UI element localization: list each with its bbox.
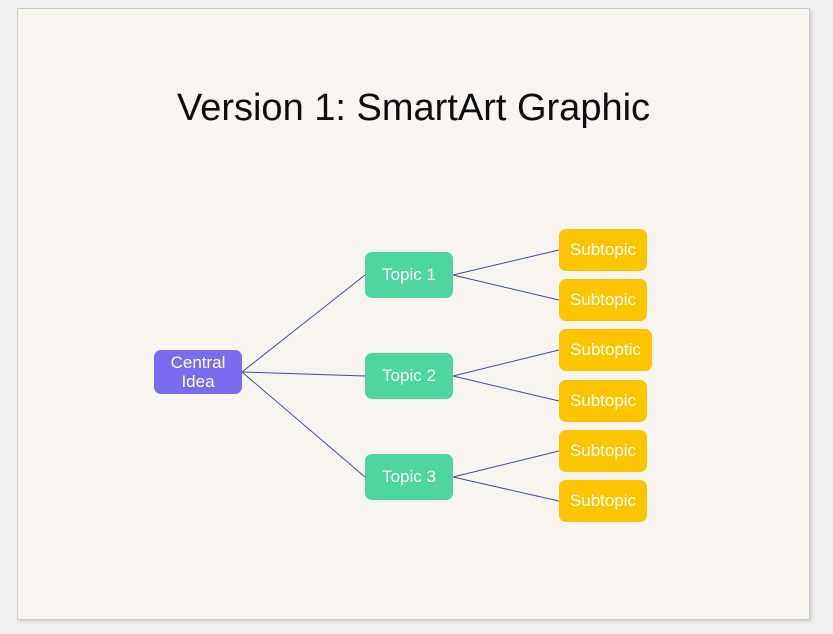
node-subtopic-3-1-label: Subtopic [569, 441, 637, 461]
node-central-idea[interactable]: Central Idea [154, 350, 242, 394]
connector-layer [241, 249, 560, 502]
node-topic-1-label: Topic 1 [382, 265, 436, 285]
node-subtopic-3-2[interactable]: Subtopic [559, 480, 647, 522]
connector-topic-3-to-subtopic-2 [452, 476, 560, 502]
connector-central-to-topic-3 [241, 371, 366, 478]
connector-central-to-topic-2 [241, 371, 366, 377]
node-central-idea-label: Central Idea [170, 352, 226, 391]
slide-card: Version 1: SmartArt Graphic Central Idea T… [17, 8, 810, 620]
node-subtopic-2-2[interactable]: Subtopic [559, 380, 647, 422]
connector-topic-1-to-subtopic-1 [452, 249, 560, 276]
node-subtopic-2-2-label: Subtopic [569, 391, 637, 411]
node-topic-3[interactable]: Topic 3 [365, 454, 453, 500]
connector-central-to-topic-1 [241, 274, 366, 373]
connector-topic-2-to-subtopic-2 [452, 375, 560, 402]
node-subtopic-2-1[interactable]: Subtoptic [559, 329, 652, 371]
connector-topic-2-to-subtopic-1 [452, 349, 560, 377]
node-topic-2-label: Topic 2 [382, 366, 436, 386]
node-subtopic-2-1-label: Subtoptic [570, 340, 641, 360]
node-subtopic-3-2-label: Subtopic [569, 491, 637, 511]
node-subtopic-1-1-label: Subtopic [569, 240, 637, 260]
node-topic-2[interactable]: Topic 2 [365, 353, 453, 399]
node-subtopic-1-2[interactable]: Subtopic [559, 279, 647, 321]
node-subtopic-1-2-label: Subtopic [569, 290, 637, 310]
node-topic-3-label: Topic 3 [382, 467, 436, 487]
node-subtopic-1-1[interactable]: Subtopic [559, 229, 647, 271]
smartart-diagram[interactable]: Central Idea Topic 1 Subtopic Subtopic Topic … [18, 9, 809, 619]
node-topic-1[interactable]: Topic 1 [365, 252, 453, 298]
connector-topic-3-to-subtopic-1 [452, 450, 560, 478]
connector-topic-1-to-subtopic-2 [452, 274, 560, 301]
node-subtopic-3-1[interactable]: Subtopic [559, 430, 647, 472]
